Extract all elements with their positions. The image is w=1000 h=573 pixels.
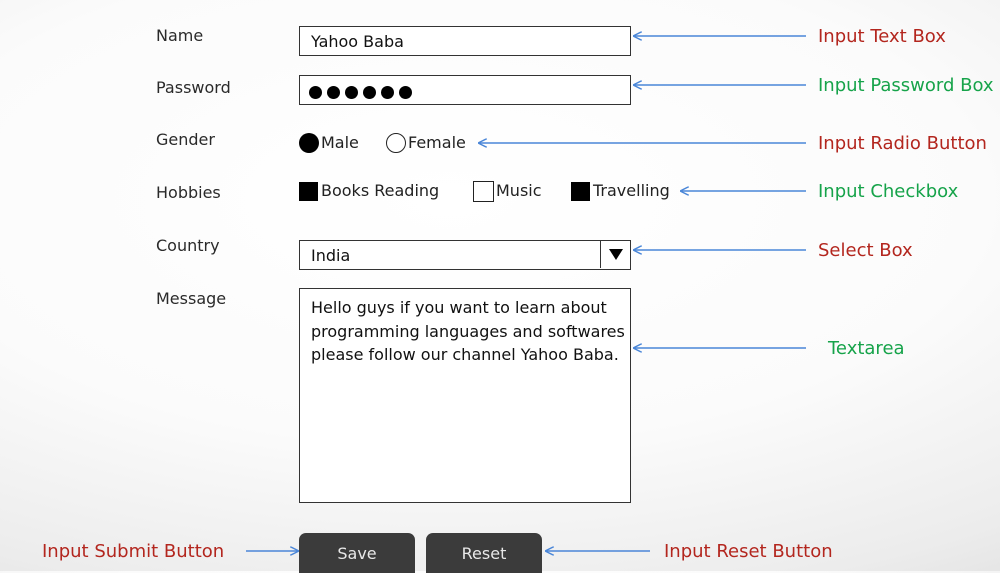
name-input-value: Yahoo Baba <box>311 32 404 51</box>
annotation-input-checkbox: Input Checkbox <box>818 181 959 202</box>
country-label: Country <box>156 236 220 255</box>
checkbox-books-reading-label: Books Reading <box>321 181 440 200</box>
annotation-input-radio-button: Input Radio Button <box>818 133 987 154</box>
country-select[interactable]: India <box>299 240 631 270</box>
annotation-input-reset-button: Input Reset Button <box>664 541 833 562</box>
name-label: Name <box>156 26 204 45</box>
annotation-input-text-box: Input Text Box <box>818 26 946 47</box>
password-mask-dot <box>363 86 376 99</box>
annotation-textarea: Textarea <box>828 338 905 359</box>
country-select-value: India <box>311 246 351 265</box>
radio-male-label: Male <box>321 133 359 152</box>
reset-button[interactable]: Reset <box>426 533 542 573</box>
gender-label: Gender <box>156 130 215 149</box>
password-mask <box>309 84 417 103</box>
checkbox-books-reading[interactable] <box>299 182 318 201</box>
password-mask-dot <box>309 86 322 99</box>
message-textarea-value: Hello guys if you want to learn about pr… <box>311 298 625 364</box>
select-dropdown-button[interactable] <box>600 241 630 268</box>
password-mask-dot <box>327 86 340 99</box>
radio-female-label: Female <box>408 133 466 152</box>
password-mask-dot <box>345 86 358 99</box>
message-label: Message <box>156 289 227 308</box>
password-input[interactable] <box>299 75 631 105</box>
password-label: Password <box>156 78 231 97</box>
radio-female[interactable] <box>386 133 406 153</box>
save-button[interactable]: Save <box>299 533 415 573</box>
annotation-select-box: Select Box <box>818 240 913 261</box>
radio-male[interactable] <box>299 133 319 153</box>
triangle-down-icon <box>608 249 623 260</box>
password-mask-dot <box>399 86 412 99</box>
checkbox-travelling[interactable] <box>571 182 590 201</box>
hobbies-label: Hobbies <box>156 183 221 202</box>
password-mask-dot <box>381 86 394 99</box>
checkbox-music-label: Music <box>496 181 542 200</box>
name-input[interactable]: Yahoo Baba <box>299 26 631 56</box>
annotation-input-password-box: Input Password Box <box>818 75 994 96</box>
checkbox-music[interactable] <box>473 181 494 202</box>
checkbox-travelling-label: Travelling <box>593 181 670 200</box>
annotation-input-submit-button: Input Submit Button <box>42 541 225 562</box>
